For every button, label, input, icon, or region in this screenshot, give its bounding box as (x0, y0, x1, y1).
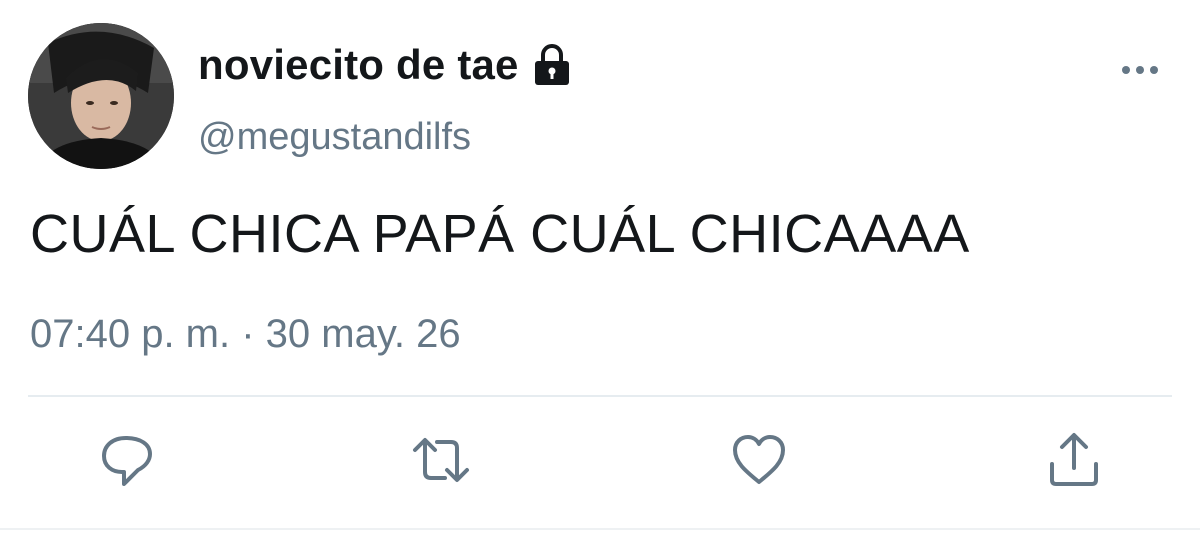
share-button[interactable] (1044, 430, 1104, 490)
handle[interactable]: @megustandilfs (198, 116, 471, 159)
share-icon (1050, 433, 1098, 486)
reply-icon (102, 436, 152, 486)
retweet-button[interactable] (411, 430, 471, 490)
like-button[interactable] (729, 430, 789, 490)
action-bar (0, 430, 1200, 490)
timestamp[interactable]: 07:40 p. m. · 30 may. 26 (30, 312, 461, 357)
divider (28, 395, 1172, 397)
more-horizontal-icon[interactable] (1118, 58, 1162, 82)
retweet-icon (413, 438, 469, 482)
display-name-text: noviecito de tae (198, 41, 519, 88)
tweet-card: noviecito de tae @megustandilfs CUÁL CHI… (0, 0, 1200, 547)
tweet-text: CUÁL CHICA PAPÁ CUÁL CHICAAAA (30, 204, 970, 264)
bottom-divider (0, 528, 1200, 530)
display-name[interactable]: noviecito de tae (198, 41, 575, 89)
reply-button[interactable] (96, 430, 156, 490)
avatar[interactable] (28, 23, 174, 169)
lock-icon (529, 42, 575, 88)
heart-icon (733, 435, 785, 484)
